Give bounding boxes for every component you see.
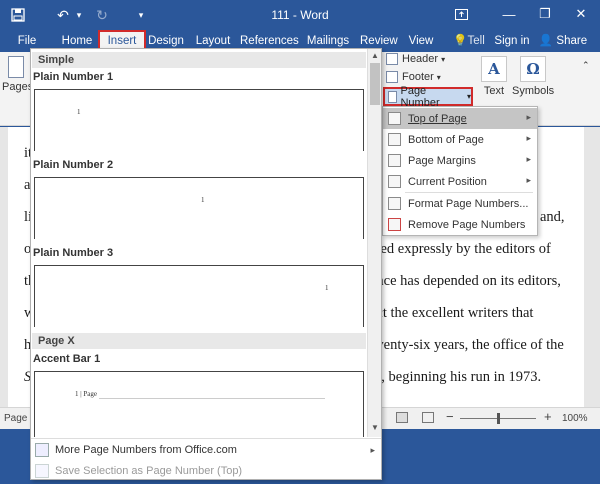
chevron-right-icon: ▸ [526,133,531,143]
accent-bar-line [99,398,325,399]
person-icon: 👤 [538,35,554,47]
page-number-icon [388,90,398,103]
page-number-sample: 1 | Page [75,390,98,398]
close-icon[interactable]: ✕ [570,4,592,24]
remove-page-numbers-icon [388,218,401,231]
chevron-down-icon: ▾ [466,92,471,101]
doc-line: eventy-six years, the office of the [370,337,564,353]
footer-label: Footer [402,71,434,83]
gallery-item-label: Plain Number 3 [33,247,114,259]
doc-line: and, [540,209,565,225]
gallery-item-plain-number-3[interactable]: 1 [34,265,364,327]
gallery-item-label: Plain Number 2 [33,159,114,171]
save-selection-item: Save Selection as Page Number (Top) [31,461,381,481]
menu-item-label: Top of Page [408,112,467,125]
maximize-icon[interactable]: ❐ [534,4,556,24]
zoom-level[interactable]: 100% [562,413,588,424]
footer-icon [386,71,398,83]
gallery-item-plain-number-1[interactable]: 1 [34,89,364,151]
sign-in-link[interactable]: Sign in [492,32,532,51]
text-button[interactable]: A Text [478,56,510,97]
zoom-out-icon[interactable]: − [446,409,454,424]
format-page-numbers-icon [388,197,401,210]
office-com-icon [35,443,49,457]
gallery-section-page-x: Page X [32,333,366,349]
header-icon [386,53,398,65]
chevron-down-icon: ▾ [436,72,441,82]
pages-label: Pages [2,81,34,93]
menu-item-label: Current Position [408,175,487,188]
gallery-divider [31,438,381,439]
chevron-down-icon: ▾ [441,54,446,64]
share-label: Share [556,35,588,47]
pages-icon [8,56,24,78]
save-selection-icon [35,464,49,478]
menu-item-bottom-of-page[interactable]: Bottom of Page ▸ [383,129,537,150]
gallery-scrollbar[interactable]: ▲ ▼ [367,49,381,437]
doc-line: ence has depended on its editors, [370,273,561,289]
collapse-ribbon-icon[interactable]: ⌃ [582,60,590,71]
save-selection-label: Save Selection as Page Number (Top) [55,465,243,477]
read-mode-icon[interactable] [396,412,408,423]
gallery-item-label: Accent Bar 1 [33,353,101,365]
pages-button[interactable]: Pages [2,56,34,93]
gallery-item-accent-bar-1[interactable]: 1 | Page [34,371,364,437]
doc-line: ect the excellent writers that [370,305,534,321]
menu-item-label: Format Page Numbers... [408,197,529,210]
gallery-item-plain-number-2[interactable]: 1 [34,177,364,239]
chevron-right-icon: ▸ [526,175,531,185]
more-page-numbers-item[interactable]: More Page Numbers from Office.com ▸ [31,440,381,460]
chevron-right-icon: ▸ [370,444,375,455]
text-box-icon: A [481,56,507,82]
text-label: Text [483,85,505,97]
ribbon-display-icon[interactable] [450,4,472,24]
page-number-sample: 1 [77,108,81,116]
page-number-button[interactable]: Page Number ▾ [383,84,473,109]
menu-item-label: Remove Page Numbers [408,218,526,231]
page-number-gallery: Simple Plain Number 1 1 Plain Number 2 1… [30,48,382,480]
top-of-page-icon [388,112,401,125]
menu-item-current-position[interactable]: Current Position ▸ [383,171,537,192]
minimize-icon[interactable]: — [498,4,520,24]
page-margins-icon [388,154,401,167]
chevron-right-icon: ▸ [526,112,531,122]
menu-item-page-margins[interactable]: Page Margins ▸ [383,150,537,171]
header-label: Header [402,53,439,65]
page-number-label: Page Number [400,84,440,109]
zoom-in-icon[interactable]: + [544,409,552,424]
menu-item-remove-page-numbers[interactable]: Remove Page Numbers [383,214,537,235]
symbols-label: Symbols [512,85,555,97]
more-page-numbers-label: More Page Numbers from Office.com [55,444,237,456]
header-button[interactable]: Header ▾ [386,53,445,65]
share-button[interactable]: 👤 Share [537,32,589,51]
scroll-up-icon[interactable]: ▲ [370,51,380,61]
symbols-button[interactable]: Ω Symbols [512,56,554,97]
footer-button[interactable]: Footer ▾ [386,71,441,83]
page-number-menu: Top of Page ▸ Bottom of Page ▸ Page Margin… [382,106,538,236]
scroll-thumb[interactable] [370,63,380,105]
zoom-slider-thumb[interactable] [497,413,500,424]
doc-line: re, beginning his run in 1973. [370,369,542,385]
tell-me-box[interactable]: 💡Tell me [444,32,494,66]
page-number-sample: 1 [325,284,329,292]
scroll-down-icon[interactable]: ▼ [370,423,380,433]
current-position-icon [388,175,401,188]
menu-item-label: Bottom of Page [408,133,484,146]
omega-icon: Ω [520,56,546,82]
gallery-item-label: Plain Number 1 [33,71,114,83]
print-layout-icon[interactable] [422,412,434,423]
menu-item-label: Page Margins [408,154,476,167]
title-bar: ↶ ▾ ↻ ▾ 111 - Word — ❐ ✕ [0,0,600,30]
tab-view[interactable]: View [406,32,436,51]
menu-item-top-of-page[interactable]: Top of Page ▸ [383,108,537,129]
chevron-right-icon: ▸ [526,154,531,164]
menu-item-format-page-numbers[interactable]: Format Page Numbers... [383,193,537,214]
bottom-of-page-icon [388,133,401,146]
lightbulb-icon: 💡 [453,35,468,47]
page-number-sample: 1 [201,196,205,204]
doc-line: ated expressly by the editors of [370,241,551,257]
gallery-section-simple: Simple [32,52,366,68]
